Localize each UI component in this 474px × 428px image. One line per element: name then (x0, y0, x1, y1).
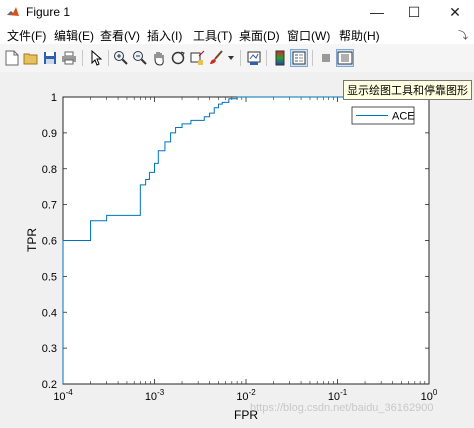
data-cursor-icon[interactable] (188, 49, 206, 67)
y-tick-label: 0.4 (42, 307, 57, 319)
zoom-out-icon[interactable] (131, 49, 149, 67)
menu-view[interactable]: 查看(V) (100, 27, 140, 44)
matlab-icon (7, 7, 19, 16)
menu-dock-arrow-icon[interactable]: ⤵ (458, 27, 468, 42)
x-tick-label: 10-3 (145, 388, 165, 403)
axes-box (62, 96, 430, 385)
x-tick-label: 10-4 (53, 388, 73, 403)
colorbar-icon[interactable] (271, 49, 289, 67)
x-tick-label: 10-1 (328, 388, 348, 403)
legend-icon[interactable] (290, 49, 308, 67)
y-tick-label: 1 (51, 92, 57, 104)
y-tick-label: 0.7 (42, 200, 57, 212)
hide-plot-tools-icon[interactable] (317, 49, 335, 67)
menu-bar: 文件(F) 编辑(E) 查看(V) 插入(I) 工具(T) 桌面(D) 窗口(W… (0, 24, 474, 44)
y-tick-label: 0.6 (42, 236, 57, 248)
y-axis-label: TPR (25, 228, 39, 252)
toolbar-tooltip: 显示绘图工具和停靠图形 (343, 80, 472, 100)
y-tick-label: 0.5 (42, 271, 57, 283)
x-tick-label: 10-2 (236, 388, 256, 403)
brush-icon[interactable] (207, 49, 225, 67)
y-tick-label: 0.3 (42, 343, 57, 355)
menu-insert[interactable]: 插入(I) (147, 27, 182, 44)
roc-plot[interactable]: 0.2 0.3 0.4 0.5 0.6 0.7 0.8 0.9 1 10-4 10-3 10-2 10-… (0, 72, 474, 425)
save-icon[interactable] (41, 49, 59, 67)
toolbar-separator (240, 50, 241, 66)
y-tick-label: 0.2 (42, 379, 57, 391)
menu-tools[interactable]: 工具(T) (193, 27, 232, 44)
menu-desktop[interactable]: 桌面(D) (239, 27, 280, 44)
open-file-icon[interactable] (22, 49, 40, 67)
toolbar-separator (108, 50, 109, 66)
legend-label-ace: ACE (392, 111, 415, 123)
title-bar: Figure 1 — ☐ ✕ (0, 0, 474, 24)
link-plot-icon[interactable] (245, 49, 263, 67)
toolbar-separator (266, 50, 267, 66)
figure-canvas: 0.2 0.3 0.4 0.5 0.6 0.7 0.8 0.9 1 10-4 10-3 10-2 10-… (0, 72, 474, 425)
figure-toolbar (0, 44, 474, 73)
menu-help[interactable]: 帮助(H) (339, 27, 380, 44)
new-figure-icon[interactable] (3, 49, 21, 67)
window-title: Figure 1 (26, 5, 71, 19)
print-icon[interactable] (60, 49, 78, 67)
legend: ACE (351, 106, 415, 125)
y-tick-label: 0.9 (42, 128, 57, 140)
y-tick-label: 0.8 (42, 164, 57, 176)
menu-edit[interactable]: 编辑(E) (54, 27, 94, 44)
x-tick-label: 100 (421, 388, 438, 403)
toolbar-separator (82, 50, 83, 66)
pointer-icon[interactable] (87, 49, 105, 67)
minimize-button[interactable]: — (360, 0, 394, 24)
maximize-button[interactable]: ☐ (397, 0, 431, 24)
show-plot-tools-icon[interactable] (336, 49, 354, 67)
menu-file[interactable]: 文件(F) (7, 27, 46, 44)
rotate-3d-icon[interactable] (169, 49, 187, 67)
toolbar-separator (312, 50, 313, 66)
pan-icon[interactable] (150, 49, 168, 67)
menu-window[interactable]: 窗口(W) (287, 27, 330, 44)
brush-dropdown-icon[interactable] (226, 49, 236, 67)
close-button[interactable]: ✕ (438, 0, 472, 24)
watermark: https://blog.csdn.net/baidu_36162900 (250, 402, 434, 414)
zoom-in-icon[interactable] (112, 49, 130, 67)
